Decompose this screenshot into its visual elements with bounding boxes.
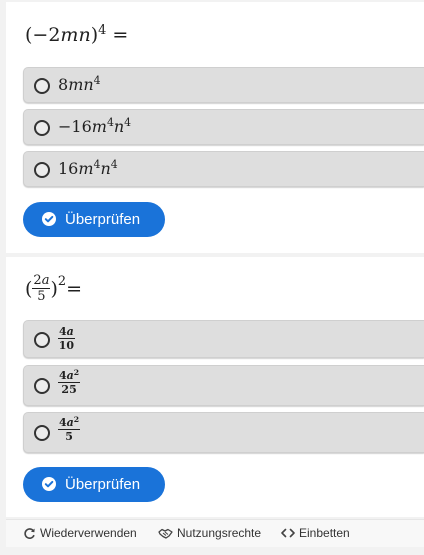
- h5p-page: (−2mn)4 = 8mn4 −16m4n4 16m4n4 Überprüfen…: [0, 0, 424, 555]
- option-label: 4a 10: [58, 326, 75, 351]
- radio-button[interactable]: [34, 332, 50, 348]
- answer-option-2-3[interactable]: 4a2 5: [23, 412, 424, 453]
- question-card-1: (−2mn)4 = 8mn4 −16m4n4 16m4n4 Überprüfen: [6, 2, 424, 253]
- question-card-2: ( 2a 5 ) 2 = 4a 10 4a2 25 4a2 5 Überprüf…: [6, 257, 424, 517]
- radio-button[interactable]: [34, 78, 50, 94]
- answer-option-2-1[interactable]: 4a 10: [23, 320, 424, 358]
- refresh-icon: [24, 527, 35, 539]
- check-button-label: Überprüfen: [65, 476, 141, 493]
- check-circle-icon: [42, 212, 56, 226]
- reuse-link[interactable]: Wiederverwenden: [23, 526, 137, 540]
- fraction: 4a2 25: [58, 368, 81, 396]
- answer-option-2-2[interactable]: 4a2 25: [23, 365, 424, 406]
- option-label: −16m4n4: [58, 116, 132, 136]
- code-icon: [281, 528, 295, 538]
- question-1-prompt: (−2mn)4 =: [25, 22, 129, 46]
- radio-button[interactable]: [34, 162, 50, 178]
- check-button[interactable]: Überprüfen: [23, 467, 165, 502]
- fraction: 2a 5: [32, 273, 51, 304]
- radio-button[interactable]: [34, 378, 50, 394]
- option-label: 4a2 25: [58, 368, 81, 396]
- check-button[interactable]: Überprüfen: [23, 202, 165, 237]
- check-button-label: Überprüfen: [65, 211, 141, 228]
- embed-link[interactable]: Einbetten: [281, 526, 350, 540]
- footer-bar: Wiederverwenden Nutzungsrechte Einbetten: [6, 519, 424, 547]
- option-label: 16m4n4: [58, 158, 118, 178]
- rights-link[interactable]: Nutzungsrechte: [158, 526, 261, 540]
- question-2-prompt: ( 2a 5 ) 2 =: [25, 273, 83, 304]
- fraction: 4a2 5: [58, 415, 81, 443]
- check-circle-icon: [42, 477, 56, 491]
- answer-option-1-1[interactable]: 8mn4: [23, 67, 424, 103]
- handshake-icon: [158, 528, 173, 539]
- radio-button[interactable]: [34, 425, 50, 441]
- option-label: 4a2 5: [58, 415, 81, 443]
- fraction: 4a 10: [58, 325, 75, 352]
- radio-button[interactable]: [34, 120, 50, 136]
- answer-option-1-3[interactable]: 16m4n4: [23, 151, 424, 187]
- answer-option-1-2[interactable]: −16m4n4: [23, 109, 424, 145]
- option-label: 8mn4: [58, 74, 101, 94]
